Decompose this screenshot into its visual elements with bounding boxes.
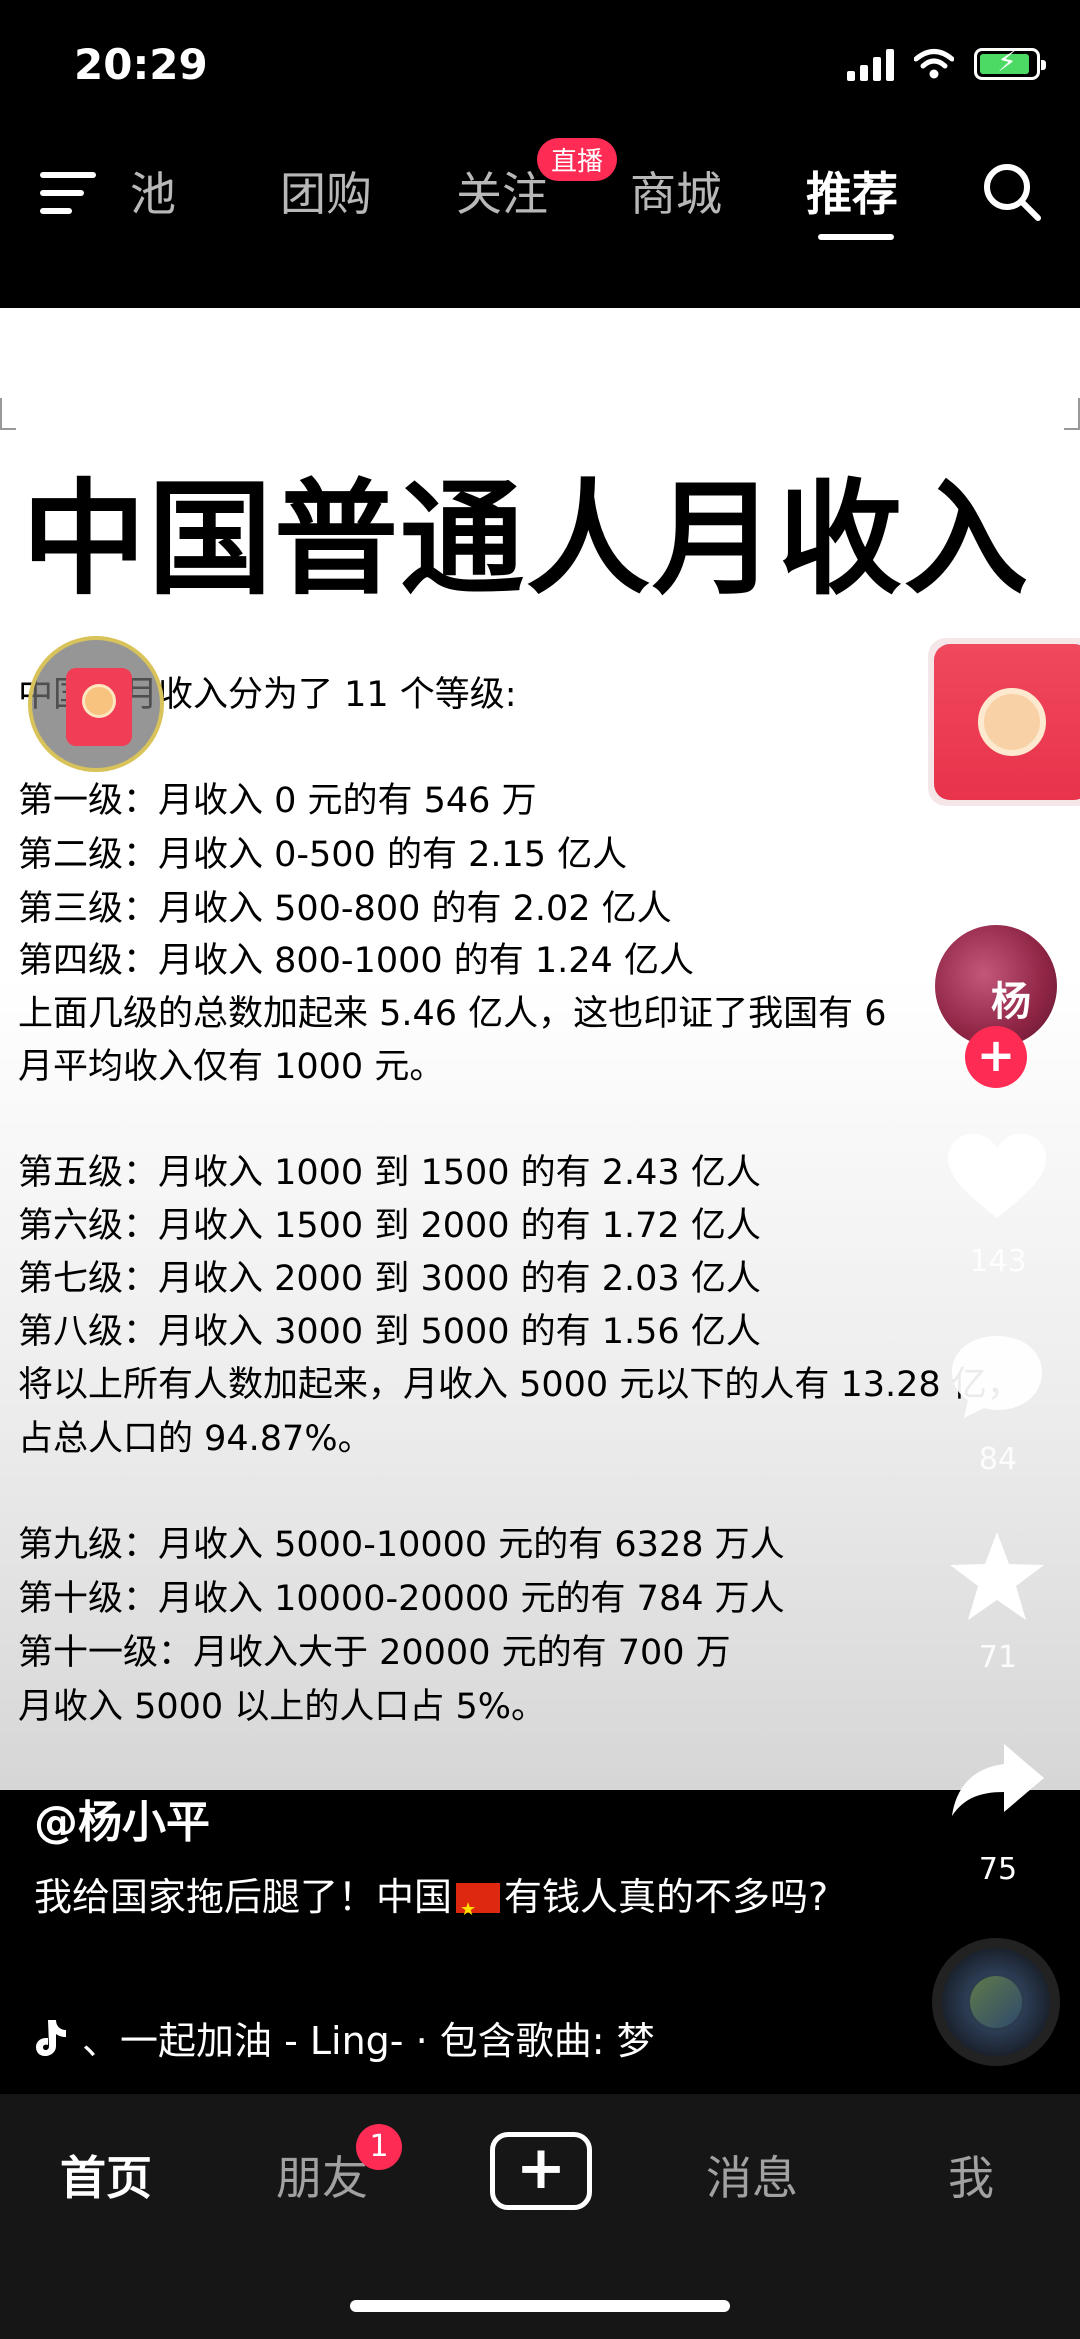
top-navigation: 池 团购 关注 直播 商城 推荐 (0, 130, 1080, 250)
post-line: 第四级：月收入 800-1000 的有 1.24 亿人 (18, 941, 694, 981)
tab-mall[interactable]: 商城 (630, 158, 722, 224)
battery-charging-icon: ⚡ (974, 45, 1046, 80)
nav-home[interactable]: 首页 (60, 2142, 152, 2208)
caption-text-end: 有钱人真的不多吗? (504, 1875, 829, 1919)
post-line: 月收入 5000 以上的人口占 5%。 (18, 1687, 546, 1727)
favorite-count: 71 (978, 1640, 1018, 1675)
video-caption[interactable]: 我给国家拖后腿了！中国 有钱人真的不多吗? (34, 1866, 834, 1941)
plus-icon: + (515, 2133, 567, 2203)
comment-icon[interactable] (944, 1328, 1050, 1424)
crop-mark-right (1064, 398, 1080, 430)
china-flag-icon (456, 1879, 501, 1941)
music-title: 、一起加油 - Ling- · 包含歌曲: 梦 (82, 2019, 655, 2063)
video-content[interactable]: 中国普通人月收入 中国的月收入分为了 11 个等级: 第一级：月收入 0 元的有… (0, 308, 1080, 1790)
post-line: 月平均收入仅有 1000 元。 (18, 1047, 445, 1087)
post-headline: 中国普通人月收入 (22, 468, 1031, 612)
menu-icon[interactable] (40, 168, 98, 216)
status-time: 20:29 (74, 40, 208, 89)
tab-following[interactable]: 关注 (456, 158, 548, 224)
nav-friends[interactable]: 朋友 (276, 2142, 368, 2208)
status-bar: 20:29 ⚡ (0, 0, 1080, 120)
red-packet-icon (934, 644, 1080, 800)
red-packet-float-button[interactable] (28, 636, 164, 772)
post-line: 第十一级：月收入大于 20000 元的有 700 万 (18, 1633, 731, 1673)
post-line: 第五级：月收入 1000 到 1500 的有 2.43 亿人 (18, 1153, 761, 1193)
active-tab-indicator (818, 234, 894, 240)
red-packet-icon (66, 668, 132, 746)
post-line: 第三级：月收入 500-800 的有 2.02 亿人 (18, 889, 672, 929)
cellular-signal-icon (847, 47, 894, 81)
post-line: 第九级：月收入 5000-10000 元的有 6328 万人 (18, 1525, 785, 1565)
share-arrow-icon[interactable] (944, 1736, 1050, 1832)
friends-badge: 1 (356, 2124, 402, 2170)
avatar-logo-icon: 杨 (991, 979, 1031, 1025)
crop-mark-left (0, 398, 16, 430)
post-line: 第七级：月收入 2000 到 3000 的有 2.03 亿人 (18, 1259, 761, 1299)
post-line: 第八级：月收入 3000 到 5000 的有 1.56 亿人 (18, 1312, 761, 1352)
status-icons: ⚡ (847, 44, 1046, 84)
like-count: 143 (969, 1244, 1027, 1279)
favorite-star-icon[interactable] (944, 1528, 1050, 1624)
tab-partial[interactable]: 池 (130, 158, 176, 224)
comment-count: 84 (978, 1442, 1018, 1477)
music-disc[interactable] (932, 1938, 1060, 2066)
like-heart-icon[interactable] (944, 1130, 1050, 1226)
tab-group-buy[interactable]: 团购 (280, 158, 372, 224)
home-indicator (350, 2300, 730, 2312)
post-line: 第一级：月收入 0 元的有 546 万 (18, 781, 537, 821)
caption-text-start: 我给国家拖后腿了！中国 (34, 1875, 453, 1919)
post-line: 第十级：月收入 10000-20000 元的有 784 万人 (18, 1579, 785, 1619)
music-info[interactable]: 、一起加油 - Ling- · 包含歌曲: 梦 (34, 2010, 694, 2065)
search-icon[interactable] (980, 160, 1044, 224)
post-line: 将以上所有人数加起来，月收入 5000 元以下的人有 13.28 亿， (18, 1365, 1022, 1405)
wifi-icon (914, 49, 954, 79)
live-badge[interactable]: 直播 (537, 138, 618, 181)
create-button[interactable]: + (490, 2132, 592, 2210)
red-packet-button[interactable] (928, 638, 1080, 806)
nav-messages[interactable]: 消息 (706, 2142, 798, 2208)
nav-me[interactable]: 我 (948, 2142, 994, 2208)
tab-recommended[interactable]: 推荐 (806, 158, 898, 224)
share-count: 75 (978, 1852, 1018, 1887)
author-name[interactable]: @杨小平 (34, 1786, 210, 1850)
follow-button[interactable]: + (965, 1026, 1027, 1088)
post-line: 上面几级的总数加起来 5.46 亿人，这也印证了我国有 6 (18, 994, 887, 1034)
post-line: 第六级：月收入 1500 到 2000 的有 1.72 亿人 (18, 1206, 761, 1246)
music-note-icon (36, 2019, 66, 2056)
post-line: 第二级：月收入 0-500 的有 2.15 亿人 (18, 835, 628, 875)
post-line: 占总人口的 94.87%。 (18, 1419, 373, 1459)
